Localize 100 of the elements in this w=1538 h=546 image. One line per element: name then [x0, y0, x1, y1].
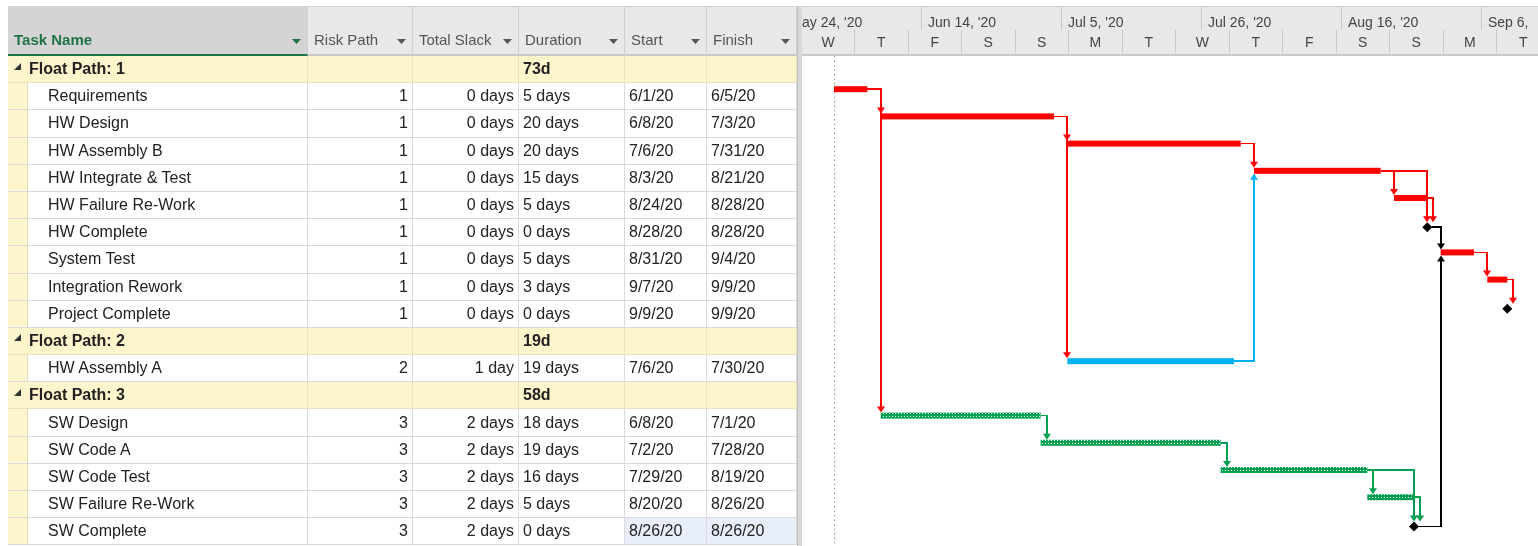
duration-text: 58d — [523, 386, 551, 405]
table-cell[interactable]: 6/1/20 — [625, 83, 707, 111]
connector-arrow — [1506, 278, 1517, 304]
row-header-strip[interactable] — [8, 137, 28, 164]
table-cell[interactable]: 7/2/20 — [625, 436, 707, 464]
row-header-strip[interactable] — [8, 273, 28, 300]
dropdown-arrow-icon[interactable] — [609, 39, 618, 44]
milestone-diamond[interactable] — [1502, 303, 1513, 314]
task-bar[interactable] — [1040, 439, 1221, 446]
collapse-triangle-icon[interactable] — [14, 388, 21, 396]
task-name: Requirements — [48, 87, 148, 106]
table-cell: 3 — [308, 518, 413, 546]
table-cell: 2 days — [413, 491, 519, 519]
task-name: SW Complete — [48, 522, 147, 541]
table-cell[interactable]: 8/31/20 — [625, 246, 707, 274]
timescale-label: Sep 6, — [1488, 14, 1529, 30]
task-name: Project Complete — [48, 304, 171, 323]
row-header-strip[interactable] — [8, 191, 28, 219]
row-header-strip[interactable] — [8, 110, 28, 137]
duration-text: 73d — [523, 60, 551, 79]
row-header-strip[interactable] — [8, 164, 28, 191]
table-cell[interactable]: 8/3/20 — [625, 164, 707, 192]
table-cell[interactable]: 9/7/20 — [625, 273, 707, 301]
connector-arrow — [1039, 414, 1051, 440]
dropdown-arrow-icon[interactable] — [397, 39, 406, 44]
connector-arrow — [1239, 142, 1258, 168]
row-header-strip[interactable] — [8, 463, 28, 490]
dropdown-arrow-icon[interactable] — [781, 39, 790, 44]
group-title: Float Path: 3 — [29, 386, 125, 405]
task-name: SW Failure Re-Work — [48, 495, 195, 514]
dropdown-arrow-icon[interactable] — [292, 39, 301, 44]
dropdown-arrow-icon[interactable] — [503, 39, 512, 44]
table-cell[interactable]: 9/9/20 — [625, 300, 707, 328]
task-bar[interactable] — [1367, 494, 1414, 501]
table-cell: 1 — [308, 83, 413, 111]
connector-arrow — [1473, 251, 1491, 277]
duration-text: 19d — [523, 331, 551, 350]
milestone-diamond[interactable] — [1422, 222, 1433, 233]
task-name: SW Design — [48, 413, 129, 432]
task-bar[interactable] — [1220, 467, 1368, 473]
task-bar[interactable] — [1067, 358, 1234, 365]
table-cell: 20 days — [519, 110, 625, 138]
table-cell: 5 days — [519, 246, 625, 274]
connector-arrow — [1219, 442, 1231, 467]
table-cell[interactable]: 7/29/20 — [625, 463, 707, 491]
row-header-strip[interactable] — [8, 219, 28, 246]
summary-row[interactable]: Float Path: 1 73d — [8, 56, 797, 84]
table-cell: 5 days — [519, 491, 625, 519]
task-bar[interactable] — [1440, 249, 1474, 256]
table-cell: 20 days — [519, 137, 625, 165]
timescale-label: F — [930, 33, 940, 50]
table-cell[interactable]: 6/8/20 — [625, 110, 707, 138]
timescale-label: F — [1304, 33, 1314, 50]
table-cell[interactable]: 6/8/20 — [625, 409, 707, 437]
table-cell[interactable]: 8/24/20 — [625, 191, 707, 220]
collapse-triangle-icon[interactable] — [14, 334, 21, 342]
task-name: HW Integrate & Test — [48, 168, 191, 187]
table-cell: 0 days — [413, 83, 519, 111]
task-name: Integration Rework — [48, 277, 183, 296]
table-cell: 2 days — [413, 409, 519, 437]
table-cell: 0 days — [413, 219, 519, 247]
collapse-triangle-icon[interactable] — [14, 62, 21, 70]
table-cell[interactable]: 8/26/20 — [625, 518, 707, 546]
table-cell: 0 days — [413, 191, 519, 220]
task-bar[interactable] — [834, 86, 868, 93]
table-cell: 0 days — [519, 219, 625, 247]
row-header-strip[interactable] — [8, 246, 28, 273]
table-cell: 2 days — [413, 463, 519, 491]
task-bar[interactable] — [880, 412, 1041, 419]
table-cell: 5 days — [519, 191, 625, 220]
table-cell: 2 days — [413, 436, 519, 464]
column-header[interactable]: Task Name — [8, 7, 308, 56]
table-cell: 1 — [308, 219, 413, 247]
timescale-label: Aug 16, '20 — [1348, 14, 1419, 30]
summary-row[interactable]: Float Path: 3 58d — [8, 382, 797, 410]
row-header-strip[interactable] — [8, 409, 28, 436]
table-cell: 5 days — [519, 83, 625, 111]
table-cell[interactable]: 8/28/20 — [625, 219, 707, 247]
timescale-label: Jul 5, '20 — [1068, 14, 1124, 30]
row-header-strip[interactable] — [8, 355, 28, 382]
table-cell[interactable]: 8/26/20 — [707, 518, 797, 546]
task-name: HW Failure Re-Work — [48, 196, 196, 215]
milestone-diamond[interactable] — [1409, 521, 1419, 532]
table-cell: 0 days — [413, 164, 519, 192]
timescale-label: T — [876, 33, 886, 50]
summary-row[interactable]: Float Path: 2 19d — [8, 327, 797, 356]
timescale-label: W — [1195, 33, 1209, 50]
timescale-label: T — [1518, 33, 1528, 50]
timescale-label: Jun 14, '20 — [928, 14, 997, 30]
group-title: Float Path: 1 — [29, 60, 125, 79]
row-header-strip[interactable] — [8, 83, 28, 110]
row-header-strip[interactable] — [8, 300, 28, 327]
row-header-strip[interactable] — [8, 518, 28, 545]
row-header-strip[interactable] — [8, 436, 28, 463]
table-cell: 0 days — [413, 300, 519, 328]
row-header-strip[interactable] — [8, 491, 28, 518]
table-cell[interactable]: 7/6/20 — [625, 137, 707, 165]
timescale-label: T — [1251, 33, 1261, 50]
timescale-label: T — [1144, 33, 1154, 50]
dropdown-arrow-icon[interactable] — [691, 39, 700, 44]
